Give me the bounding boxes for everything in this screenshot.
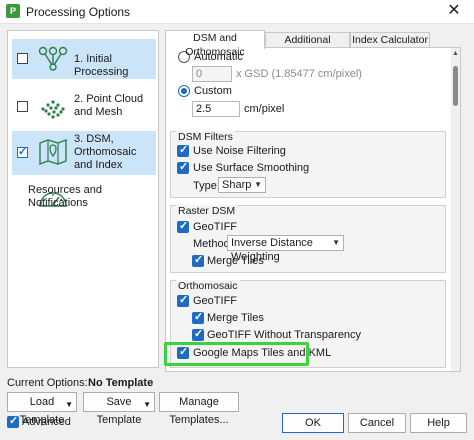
- help-button[interactable]: Help: [410, 413, 467, 433]
- noise-filtering-checkbox[interactable]: [177, 143, 189, 157]
- title-bar: P Processing Options ✕: [0, 0, 474, 24]
- nav-checkbox-dsm-orthomosaic[interactable]: [17, 145, 28, 158]
- tab-dsm-orthomosaic[interactable]: DSM and Orthomosaic: [165, 30, 265, 58]
- type-label: Type:: [193, 180, 220, 192]
- nav-item-point-cloud[interactable]: 2. Point Cloud and Mesh: [12, 85, 156, 127]
- chevron-down-icon: ▼: [254, 180, 262, 189]
- nav-label: 3. DSM, Orthomosaic and Index: [74, 133, 137, 171]
- raster-geotiff-label: GeoTIFF: [193, 221, 238, 233]
- group-title: Raster DSM: [176, 205, 238, 217]
- custom-label: Custom: [194, 85, 232, 97]
- nav-label: 1. Initial Processing: [74, 53, 129, 78]
- nav-item-dsm-orthomosaic[interactable]: 3. DSM, Orthomosaic and Index: [12, 131, 156, 175]
- advanced-label: Advanced: [22, 416, 71, 428]
- current-options-value: No Template: [88, 377, 154, 389]
- ortho-geotiff-checkbox[interactable]: [177, 293, 189, 307]
- ok-button[interactable]: OK: [282, 413, 344, 433]
- raster-merge-tiles-label: Merge Tiles: [207, 255, 264, 267]
- processing-steps-panel: 1. Initial Processing 2. Point Cloud and…: [7, 30, 159, 368]
- gsd-unit-label: x GSD (1.85477 cm/pixel): [236, 68, 362, 80]
- save-template-button[interactable]: Save Template ▼: [83, 392, 155, 426]
- group-title: Orthomosaic: [176, 280, 240, 292]
- tab-bar: DSM and Orthomosaic Additional Outputs I…: [165, 30, 465, 60]
- custom-resolution-input[interactable]: 2.5: [192, 101, 240, 117]
- chevron-down-icon: ▼: [332, 238, 340, 247]
- app-icon: P: [6, 4, 20, 18]
- tab-additional-outputs[interactable]: Additional Outputs: [265, 32, 350, 60]
- save-template-label: Save Template: [96, 396, 142, 426]
- window-title: Processing Options: [26, 5, 131, 19]
- noise-filtering-label: Use Noise Filtering: [193, 145, 286, 157]
- initial-processing-icon: [38, 46, 68, 71]
- ortho-geotiff-label: GeoTIFF: [193, 295, 238, 307]
- chevron-down-icon: ▼: [143, 400, 151, 409]
- ortho-merge-tiles-checkbox[interactable]: [192, 310, 204, 324]
- advanced-checkbox[interactable]: [7, 414, 19, 428]
- nav-checkbox-point-cloud[interactable]: [17, 101, 28, 112]
- ortho-merge-tiles-label: Merge Tiles: [207, 312, 264, 324]
- close-button[interactable]: ✕: [434, 0, 474, 24]
- cancel-button[interactable]: Cancel: [348, 413, 406, 433]
- type-select[interactable]: Sharp ▼: [218, 177, 266, 193]
- dsm-map-icon: [39, 138, 67, 165]
- method-select[interactable]: Inverse Distance Weighting ▼: [227, 235, 344, 263]
- surface-smoothing-checkbox[interactable]: [177, 160, 189, 174]
- current-options-label: Current Options:: [7, 377, 88, 389]
- scroll-thumb[interactable]: [453, 66, 458, 106]
- close-icon: ✕: [447, 2, 461, 19]
- nav-label: 2. Point Cloud and Mesh: [74, 93, 144, 118]
- group-title: DSM Filters: [176, 131, 235, 143]
- scrollbar[interactable]: ▲: [451, 48, 460, 371]
- type-select-value: Sharp: [222, 179, 252, 191]
- nav-item-resources[interactable]: Resources and Notifications: [12, 181, 156, 215]
- custom-radio[interactable]: [178, 85, 190, 97]
- gsd-multiplier-input[interactable]: 0: [192, 66, 232, 82]
- chevron-down-icon: ▼: [65, 400, 73, 409]
- point-cloud-icon: [41, 100, 65, 119]
- tab-index-calculator[interactable]: Index Calculator: [350, 32, 430, 48]
- nav-label: Resources and Notifications: [28, 184, 102, 209]
- nav-checkbox-initial-processing[interactable]: [17, 53, 28, 64]
- raster-merge-tiles-checkbox[interactable]: [192, 253, 204, 267]
- scroll-up-icon[interactable]: ▲: [451, 50, 460, 57]
- load-template-button[interactable]: Load Template ▼: [7, 392, 77, 426]
- without-transparency-checkbox[interactable]: [192, 327, 204, 341]
- custom-unit-label: cm/pixel: [244, 103, 285, 115]
- nav-item-initial-processing[interactable]: 1. Initial Processing: [12, 39, 156, 79]
- raster-geotiff-checkbox[interactable]: [177, 219, 189, 233]
- highlight-box: [164, 342, 309, 366]
- surface-smoothing-label: Use Surface Smoothing: [193, 162, 310, 174]
- without-transparency-label: GeoTIFF Without Transparency: [207, 329, 362, 341]
- manage-templates-button[interactable]: Manage Templates...: [159, 392, 239, 426]
